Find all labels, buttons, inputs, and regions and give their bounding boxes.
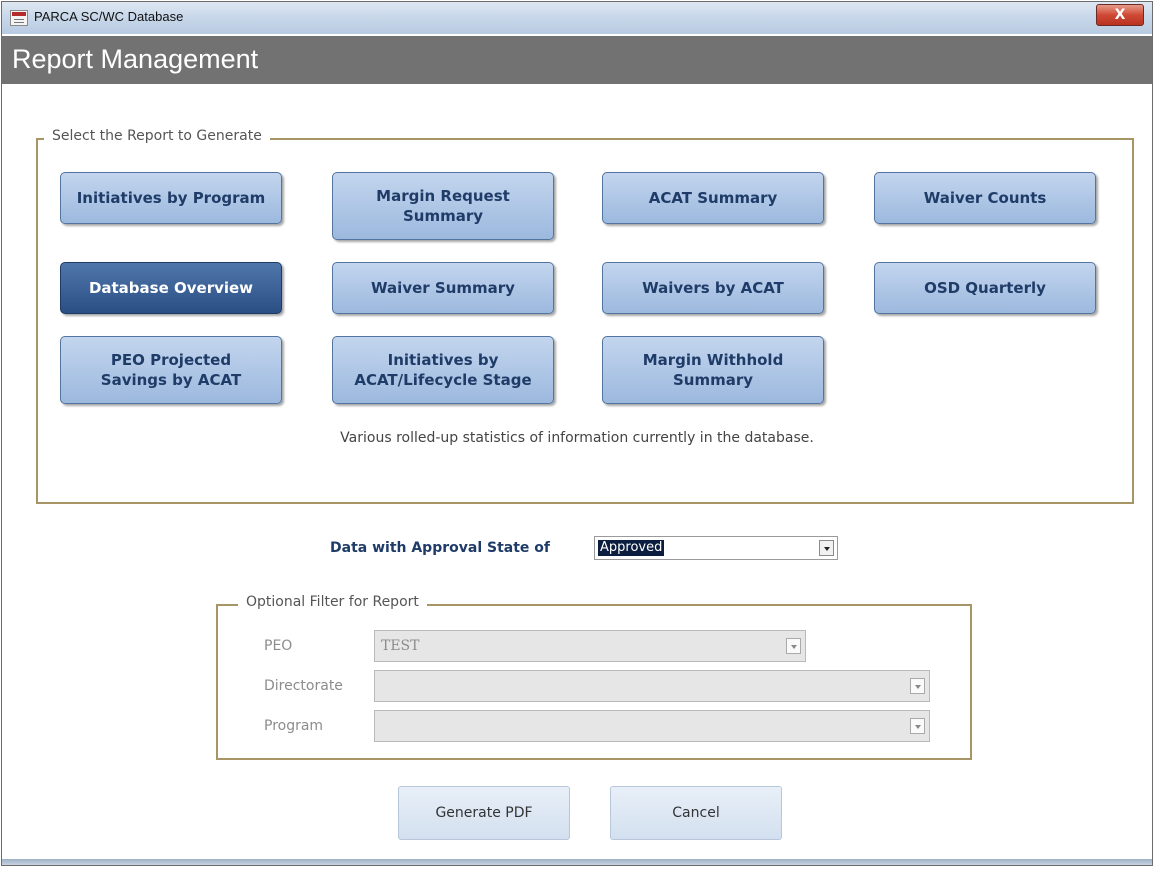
peo-select[interactable]: TEST [374, 630, 806, 662]
approval-state-label: Data with Approval State of [330, 540, 550, 556]
initiatives-by-lifecycle-button[interactable]: Initiatives by ACAT/Lifecycle Stage [332, 336, 554, 404]
title-bar[interactable]: PARCA SC/WC Database X [2, 2, 1152, 34]
peo-projected-savings-button[interactable]: PEO Projected Savings by ACAT [60, 336, 282, 404]
app-icon [10, 10, 28, 26]
program-select[interactable] [374, 710, 930, 742]
report-description: Various rolled-up statistics of informat… [340, 430, 814, 446]
chevron-down-icon[interactable] [910, 718, 925, 734]
page-title: Report Management [12, 44, 259, 74]
header-bar: Report Management [2, 36, 1152, 84]
approval-state-select[interactable]: Approved [594, 536, 838, 560]
approval-state-value: Approved [598, 540, 665, 556]
database-overview-button[interactable]: Database Overview [60, 262, 282, 314]
waiver-summary-button[interactable]: Waiver Summary [332, 262, 554, 314]
report-selection-legend: Select the Report to Generate [44, 128, 270, 144]
window-title: PARCA SC/WC Database [34, 9, 184, 24]
chevron-down-icon[interactable] [910, 678, 925, 694]
chevron-down-icon[interactable] [786, 638, 801, 654]
cancel-button[interactable]: Cancel [610, 786, 782, 840]
waiver-counts-button[interactable]: Waiver Counts [874, 172, 1096, 224]
directorate-select[interactable] [374, 670, 930, 702]
initiatives-by-program-button[interactable]: Initiatives by Program [60, 172, 282, 224]
directorate-label: Directorate [264, 678, 343, 694]
margin-request-summary-button[interactable]: Margin Request Summary [332, 172, 554, 240]
generate-pdf-button[interactable]: Generate PDF [398, 786, 570, 840]
close-button[interactable]: X [1096, 4, 1144, 26]
optional-filter-legend: Optional Filter for Report [238, 594, 427, 610]
osd-quarterly-button[interactable]: OSD Quarterly [874, 262, 1096, 314]
peo-value: TEST [381, 638, 420, 654]
margin-withhold-summary-button[interactable]: Margin Withhold Summary [602, 336, 824, 404]
window-bottom-border [2, 859, 1152, 865]
acat-summary-button[interactable]: ACAT Summary [602, 172, 824, 224]
report-management-window: PARCA SC/WC Database X Report Management… [1, 1, 1153, 866]
peo-label: PEO [264, 638, 293, 654]
chevron-down-icon[interactable] [819, 540, 834, 556]
waivers-by-acat-button[interactable]: Waivers by ACAT [602, 262, 824, 314]
program-label: Program [264, 718, 324, 734]
